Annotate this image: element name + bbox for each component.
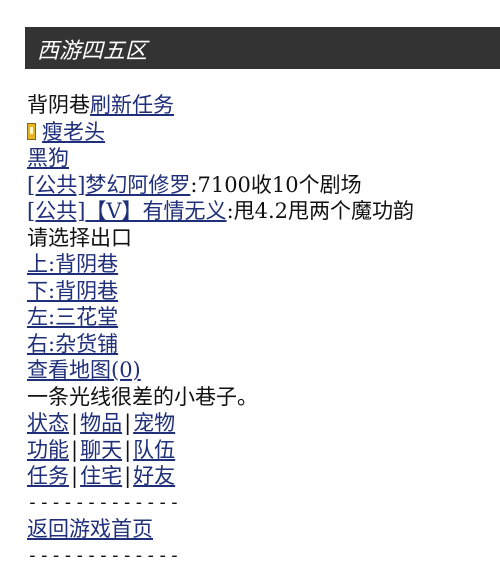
divider: ------------- bbox=[27, 544, 181, 566]
view-map-link[interactable]: 查看地图(0) bbox=[27, 358, 141, 382]
menu-separator: | bbox=[124, 411, 132, 435]
menu-functions-link[interactable]: 功能 bbox=[27, 438, 69, 462]
menu-tasks-link[interactable]: 任务 bbox=[27, 464, 69, 488]
chat-channel-link[interactable]: [公共] bbox=[27, 173, 85, 197]
divider: ------------- bbox=[27, 491, 181, 513]
chat-sender-link[interactable]: 【V】有情无义 bbox=[85, 199, 226, 223]
server-title: 西游四五区 bbox=[37, 39, 148, 64]
menu-separator: | bbox=[71, 411, 79, 435]
map-row: 查看地图(0) bbox=[27, 357, 500, 384]
menu-row: 状态|物品|宠物 bbox=[27, 410, 500, 437]
task-marker-icon bbox=[27, 122, 36, 140]
location-description: 一条光线很差的小巷子。 bbox=[27, 384, 258, 409]
exit-left-link[interactable]: 左:三花堂 bbox=[27, 305, 118, 329]
chat-message: [公共]【V】有情无义:甩4.2甩两个魔功韵 bbox=[27, 198, 500, 225]
refresh-task-link[interactable]: 刷新任务 bbox=[90, 93, 174, 117]
exit-down-link[interactable]: 下:背阴巷 bbox=[27, 279, 118, 303]
menu-separator: | bbox=[124, 437, 132, 462]
header-bar: 西游四五区 bbox=[25, 27, 500, 69]
location-name: 背阴巷 bbox=[27, 93, 90, 117]
exit-up-link[interactable]: 上:背阴巷 bbox=[27, 252, 118, 276]
location-line: 背阴巷刷新任务 bbox=[27, 92, 500, 119]
npc-row: 黑狗 bbox=[27, 145, 500, 172]
exit-right-link[interactable]: 右:杂货铺 bbox=[27, 332, 118, 356]
exit-row: 下:背阴巷 bbox=[27, 278, 500, 305]
menu-status-link[interactable]: 状态 bbox=[27, 411, 69, 435]
menu-row: 任务|住宅|好友 bbox=[27, 463, 500, 490]
chat-text: :甩4.2甩两个魔功韵 bbox=[226, 199, 415, 223]
exit-row: 上:背阴巷 bbox=[27, 251, 500, 278]
exit-row: 右:杂货铺 bbox=[27, 331, 500, 358]
game-content: 背阴巷刷新任务 瘦老头 黑狗 [公共]梦幻阿修罗:7100收10个剧场 [公共]… bbox=[27, 92, 500, 567]
chat-text: :7100收10个剧场 bbox=[190, 172, 362, 197]
menu-separator: | bbox=[71, 464, 79, 488]
npc-row: 瘦老头 bbox=[27, 119, 500, 146]
menu-items-link[interactable]: 物品 bbox=[80, 411, 122, 435]
return-home-link[interactable]: 返回游戏首页 bbox=[27, 517, 153, 541]
chat-channel-link[interactable]: [公共] bbox=[27, 199, 85, 223]
return-row: 返回游戏首页 bbox=[27, 516, 500, 543]
chat-sender-link[interactable]: 梦幻阿修罗 bbox=[85, 173, 190, 197]
npc-link-black-dog[interactable]: 黑狗 bbox=[27, 146, 69, 170]
menu-friends-link[interactable]: 好友 bbox=[133, 464, 175, 488]
menu-team-link[interactable]: 队伍 bbox=[133, 438, 175, 462]
exit-prompt: 请选择出口 bbox=[27, 225, 132, 250]
npc-link-thin-old-man[interactable]: 瘦老头 bbox=[42, 120, 105, 144]
menu-row: 功能|聊天|队伍 bbox=[27, 437, 500, 464]
exit-row: 左:三花堂 bbox=[27, 304, 500, 331]
chat-message: [公共]梦幻阿修罗:7100收10个剧场 bbox=[27, 172, 500, 199]
menu-pets-link[interactable]: 宠物 bbox=[133, 411, 175, 435]
menu-chat-link[interactable]: 聊天 bbox=[80, 438, 122, 462]
menu-separator: | bbox=[124, 464, 132, 488]
menu-home-link[interactable]: 住宅 bbox=[80, 464, 122, 488]
menu-separator: | bbox=[71, 437, 79, 462]
